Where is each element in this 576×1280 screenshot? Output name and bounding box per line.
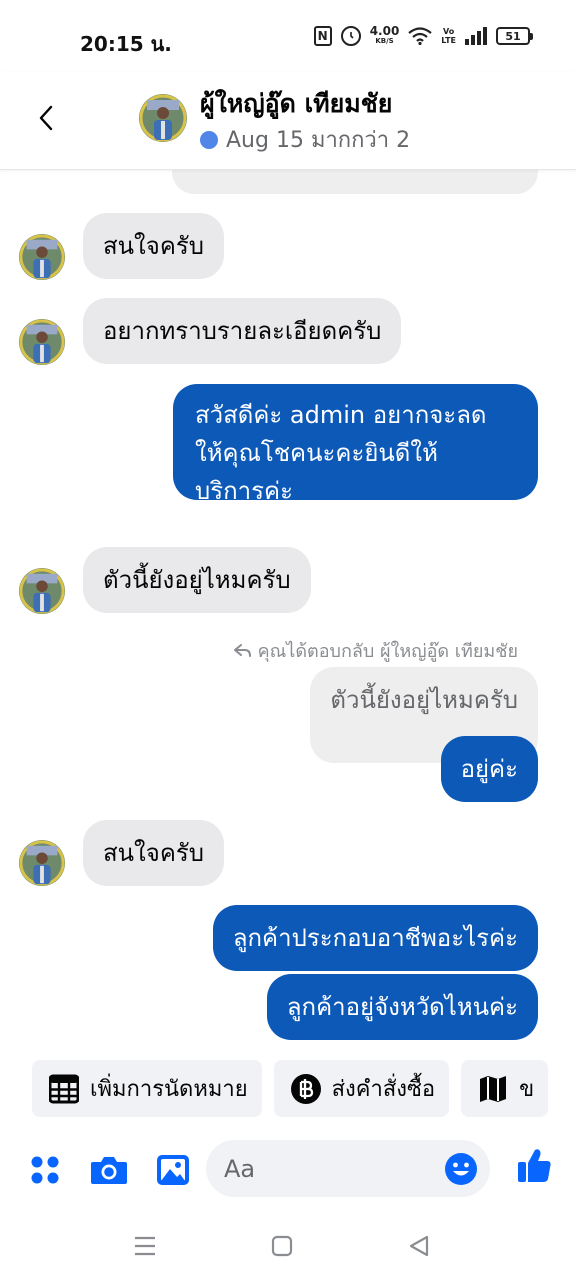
message-bubble-outgoing[interactable]: สวัสดีค่ะ admin อยากจะลด ให้คุณโชคนะคะยิ…: [173, 384, 538, 505]
volte-top: Vo: [443, 27, 455, 36]
message-line: ให้คุณโชคนะคะยินดีให้: [195, 439, 438, 467]
wifi-icon: [408, 27, 432, 45]
volte-icon: Vo LTE: [441, 27, 456, 45]
sender-avatar[interactable]: [19, 568, 65, 614]
more-actions-icon[interactable]: [25, 1150, 65, 1190]
back-button[interactable]: [28, 100, 64, 136]
reply-note-text: คุณได้ตอบกลับ ผู้ใหญ่อู๊ด เทียมชัย: [257, 641, 518, 662]
status-bar: 20:15 น. N 4.00 KB/S Vo LTE 51: [0, 0, 576, 72]
gallery-icon[interactable]: [153, 1150, 193, 1190]
message-line: สวัสดีค่ะ admin อยากจะลด: [195, 401, 487, 429]
chip-label: ข: [519, 1077, 535, 1102]
status-time: 20:15 น.: [80, 32, 172, 56]
quick-reply-appointment[interactable]: เพิ่มการนัดหมาย: [32, 1060, 262, 1117]
status-text: Aug 15 มากกว่า 2: [226, 128, 411, 153]
reply-indicator: คุณได้ตอบกลับ ผู้ใหญ่อู๊ด เทียมชัย: [233, 636, 518, 665]
recent-apps-icon[interactable]: [131, 1232, 159, 1260]
sender-avatar[interactable]: [19, 840, 65, 886]
nfc-icon: N: [313, 26, 332, 46]
message-composer: [0, 1140, 576, 1200]
message-bubble-outgoing[interactable]: ลูกค้าประกอบอาชีพอะไรค่ะ: [212, 905, 538, 971]
message-list[interactable]: สนใจครับ อยากทราบรายละเอียดครับ สวัสดีค่…: [0, 170, 576, 1050]
message-line: บริการค่ะ: [195, 477, 293, 505]
reply-arrow-icon: [233, 643, 251, 657]
emoji-icon[interactable]: [444, 1152, 478, 1186]
chevron-left-icon: [39, 105, 53, 131]
signal-icon: [465, 27, 487, 45]
chip-label: ส่งคำสั่งซื้อ: [331, 1077, 436, 1102]
contact-avatar[interactable]: [139, 94, 187, 142]
message-bubble-incoming[interactable]: สนใจครับ: [83, 213, 225, 279]
message-input-box[interactable]: [206, 1140, 490, 1197]
network-speed: 4.00 KB/S: [369, 24, 400, 46]
calendar-icon: [48, 1073, 80, 1105]
previous-message-bubble: [172, 170, 538, 194]
quick-reply-order[interactable]: ส่งคำสั่งซื้อ: [273, 1060, 450, 1117]
contact-name: ผู้ใหญ่อู๊ด เทียมชัย: [200, 89, 393, 118]
alarm-icon: [340, 26, 361, 46]
message-bubble-incoming[interactable]: อยากทราบรายละเอียดครับ: [83, 298, 402, 364]
speed-unit: KB/S: [375, 37, 394, 45]
system-nav-bar: [0, 1210, 576, 1280]
chat-header: ผู้ใหญ่อู๊ด เทียมชัย Aug 15 มากกว่า 2: [0, 72, 576, 170]
baht-icon: [290, 1073, 322, 1105]
quick-reply-location[interactable]: ข: [461, 1060, 549, 1117]
home-icon[interactable]: [268, 1232, 296, 1260]
message-bubble-incoming[interactable]: สนใจครับ: [83, 820, 225, 886]
message-bubble-outgoing[interactable]: อยู่ค่ะ: [440, 736, 538, 802]
speed-value: 4.00: [369, 24, 400, 38]
map-icon: [477, 1073, 509, 1105]
sender-avatar[interactable]: [19, 234, 65, 280]
chip-label: เพิ่มการนัดหมาย: [90, 1077, 248, 1102]
like-icon[interactable]: [514, 1146, 554, 1186]
camera-icon[interactable]: [89, 1150, 129, 1190]
volte-bottom: LTE: [441, 36, 456, 45]
quick-replies: เพิ่มการนัดหมาย ส่งคำสั่งซื้อ ข: [32, 1060, 549, 1117]
message-input[interactable]: [224, 1140, 444, 1197]
online-indicator: [200, 130, 218, 149]
message-bubble-outgoing[interactable]: ลูกค้าอยู่จังหวัดไหนค่ะ: [266, 974, 538, 1040]
battery-icon: 51: [496, 27, 533, 45]
contact-status: Aug 15 มากกว่า 2: [200, 122, 410, 157]
status-icons: N 4.00 KB/S Vo LTE 51: [313, 24, 533, 46]
sender-avatar[interactable]: [19, 319, 65, 365]
message-bubble-incoming[interactable]: ตัวนี้ยังอยู่ไหมครับ: [83, 547, 311, 613]
back-nav-icon[interactable]: [405, 1232, 433, 1260]
